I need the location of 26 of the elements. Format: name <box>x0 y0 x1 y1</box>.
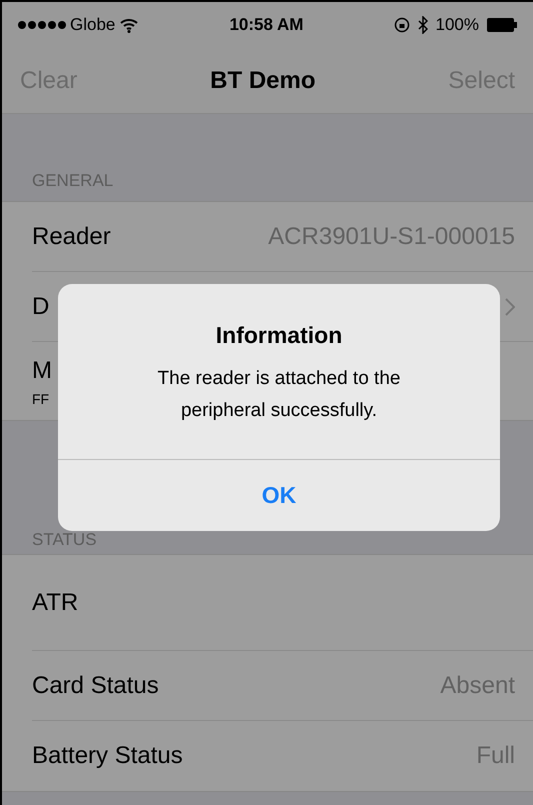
rotation-lock-icon <box>394 17 410 33</box>
wifi-icon <box>119 17 140 33</box>
bluetooth-icon <box>418 16 428 34</box>
row-label: Battery Status <box>32 741 183 771</box>
row-label: Reader <box>32 222 111 252</box>
row-label: Card Status <box>32 670 159 700</box>
list-row[interactable]: ATR <box>32 555 533 651</box>
row-label: D <box>32 292 50 322</box>
battery-icon <box>487 18 517 32</box>
list-row[interactable]: Battery Status Full <box>32 721 533 791</box>
row-label: ATR <box>32 588 78 618</box>
list-row[interactable]: Card Status Absent <box>32 651 533 721</box>
alert-title: Information <box>216 321 342 350</box>
status-time: 10:58 AM <box>229 14 304 36</box>
row-label: M <box>32 356 52 386</box>
row-value: ACR3901U-S1-000015 <box>268 222 515 252</box>
signal-dots-icon <box>18 21 66 29</box>
alert-message: The reader is attached to the peripheral successfully. <box>156 366 402 422</box>
chevron-icon <box>505 298 515 316</box>
carrier-name: Globe <box>70 14 116 36</box>
battery-percent: 100% <box>436 14 479 36</box>
row-value: Absent <box>440 670 515 700</box>
row-value: Full <box>476 741 515 771</box>
list-row[interactable]: Reader ACR3901U-S1-000015 <box>32 202 533 272</box>
row-subtitle: FF <box>32 390 50 408</box>
nav-title: BT Demo <box>210 66 316 96</box>
